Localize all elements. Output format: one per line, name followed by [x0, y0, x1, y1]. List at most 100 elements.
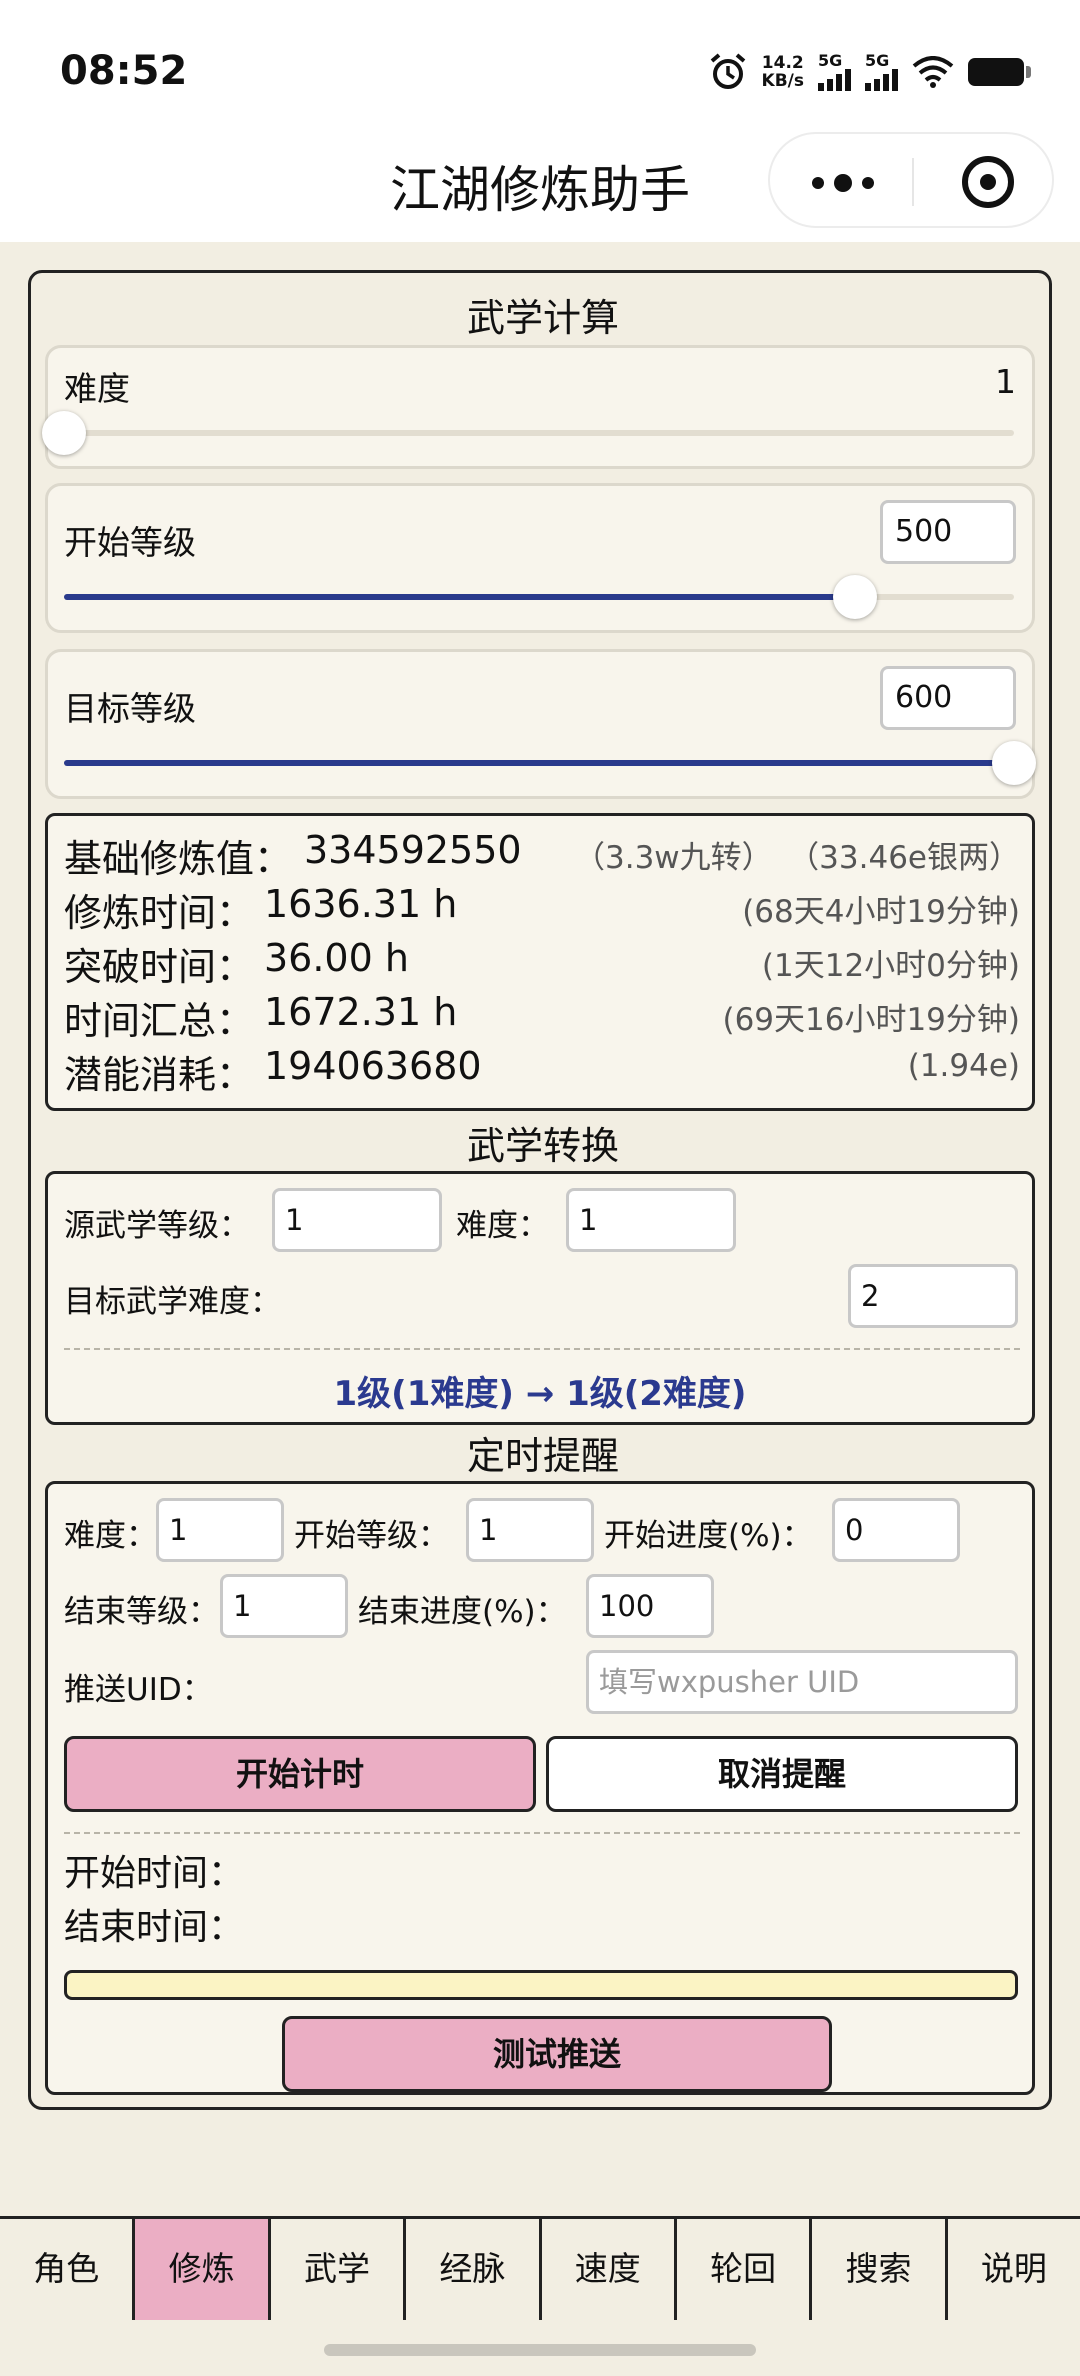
target-level-label: 目标等级 — [64, 689, 196, 728]
status-time: 08:52 — [60, 48, 188, 94]
uid-input[interactable]: 填写wxpusher UID — [586, 1650, 1018, 1714]
nav-bar: 江湖修炼助手 — [0, 132, 1080, 242]
timer-start-level-input[interactable]: 1 — [466, 1498, 594, 1562]
result-total-time: 时间汇总： 1672.31 h (69天16小时19分钟) — [64, 990, 1020, 1044]
target-icon[interactable] — [962, 156, 1014, 208]
status-icons: 14.2 KB/s 5G 5G — [708, 50, 1031, 94]
tab-item[interactable]: 说明 — [948, 2219, 1080, 2320]
result-note: (1天12小时0分钟) — [761, 948, 1020, 984]
section-title-convert: 武学转换 — [466, 1124, 619, 1168]
result-label: 时间汇总： — [64, 999, 255, 1043]
start-level-input[interactable]: 500 — [880, 500, 1016, 564]
result-break-time: 突破时间： 36.00 h (1天12小时0分钟) — [64, 936, 1020, 990]
network-speed-value: 14.2 — [761, 53, 804, 73]
capsule-divider — [912, 158, 914, 206]
convert-result: 1级(1难度) → 1级(2难度) — [333, 1374, 747, 1414]
timer-end-progress-label: 结束进度(%)： — [358, 1594, 567, 1630]
difficulty-value: 1 — [995, 362, 1016, 401]
section-title-timer: 定时提醒 — [466, 1434, 619, 1478]
calc-results: 基础修炼值： 334592550 （3.3w九转） （33.46e银两） 修炼时… — [45, 813, 1035, 1111]
result-label: 潜能消耗： — [64, 1053, 255, 1097]
divider — [64, 1348, 1020, 1350]
wifi-icon — [912, 56, 954, 88]
result-value: 1636.31 h — [264, 882, 458, 926]
tab-item[interactable]: 轮回 — [677, 2219, 813, 2320]
slider-thumb[interactable] — [992, 741, 1036, 785]
divider — [64, 1832, 1020, 1834]
result-value: 334592550 — [304, 828, 522, 872]
source-level-input[interactable]: 1 — [272, 1188, 442, 1252]
result-potential: 潜能消耗： 194063680 (1.94e) — [64, 1044, 1020, 1098]
section-title-calc: 武学计算 — [466, 296, 619, 340]
timer-difficulty-input[interactable]: 1 — [156, 1498, 284, 1562]
convert-box: 源武学等级： 1 难度： 1 目标武学难度： 2 1级(1难度) → 1级(2难… — [45, 1171, 1035, 1425]
uid-label: 推送UID： — [64, 1672, 213, 1708]
result-train-time: 修炼时间： 1636.31 h (68天4小时19分钟) — [64, 882, 1020, 936]
target-level-slider[interactable] — [64, 741, 1036, 785]
result-label: 突破时间： — [64, 945, 255, 989]
signal-label: 5G — [865, 51, 890, 70]
source-difficulty-input[interactable]: 1 — [566, 1188, 736, 1252]
alarm-icon — [710, 53, 745, 89]
difficulty-label: 难度 — [64, 369, 130, 408]
target-level-slider-card: 目标等级 600 — [45, 649, 1036, 799]
result-note: (69天16小时19分钟) — [722, 1002, 1020, 1038]
timer-start-progress-label: 开始进度(%)： — [604, 1518, 813, 1554]
status-bar: 08:52 14.2 KB/s 5G 5G — [0, 0, 1080, 132]
tab-item[interactable]: 经脉 — [406, 2219, 542, 2320]
start-time-label: 开始时间： — [64, 1853, 245, 1894]
source-difficulty-label: 难度： — [456, 1208, 549, 1244]
battery-icon — [968, 58, 1031, 86]
result-base: 基础修炼值： 334592550 （3.3w九转） （33.46e银两） — [64, 828, 1020, 882]
network-speed: 14.2 KB/s — [762, 54, 804, 90]
timer-end-progress-input[interactable]: 100 — [586, 1574, 714, 1638]
result-note: (1.94e) — [907, 1048, 1020, 1084]
difficulty-slider-card: 难度 1 — [42, 345, 1035, 469]
start-level-label: 开始等级 — [64, 523, 196, 562]
network-speed-unit: KB/s — [761, 71, 804, 91]
tab-item[interactable]: 修炼 — [135, 2219, 271, 2320]
result-note: (68天4小时19分钟) — [742, 894, 1020, 930]
timer-start-level-label: 开始等级： — [294, 1518, 449, 1554]
difficulty-slider[interactable] — [42, 411, 1014, 455]
end-time-label: 结束时间： — [64, 1907, 245, 1948]
test-push-button[interactable]: 测试推送 — [282, 2016, 832, 2092]
home-indicator — [324, 2344, 756, 2356]
start-level-slider-card: 开始等级 500 — [45, 483, 1035, 633]
slider-fill — [64, 760, 1014, 766]
target-difficulty-label: 目标武学难度： — [64, 1284, 281, 1320]
start-timer-button[interactable]: 开始计时 — [64, 1736, 536, 1812]
result-value: 1672.31 h — [264, 990, 458, 1034]
slider-fill — [64, 594, 856, 600]
more-icon[interactable] — [812, 174, 874, 192]
start-level-slider[interactable] — [64, 575, 1014, 619]
signal-icon: 5G — [818, 53, 851, 91]
tab-item[interactable]: 搜索 — [812, 2219, 948, 2320]
slider-thumb[interactable] — [833, 575, 878, 619]
signal-label: 5G — [818, 51, 843, 70]
main-card: 武学计算 难度 1 开始等级 500 目标等级 600 基础修炼值： 33459… — [28, 270, 1052, 2110]
timer-progress-bar — [64, 1970, 1018, 2000]
timer-box: 难度： 1 开始等级： 1 开始进度(%)： 0 结束等级： 1 结束进度(%)… — [45, 1481, 1035, 2095]
result-note: （33.46e银两） — [788, 840, 1020, 876]
source-level-label: 源武学等级： — [64, 1208, 250, 1244]
timer-end-level-input[interactable]: 1 — [220, 1574, 348, 1638]
cancel-reminder-button[interactable]: 取消提醒 — [546, 1736, 1018, 1812]
signal-icon: 5G — [865, 53, 898, 91]
tab-item[interactable]: 速度 — [542, 2219, 677, 2320]
tab-item[interactable]: 角色 — [0, 2219, 136, 2320]
timer-start-progress-input[interactable]: 0 — [832, 1498, 960, 1562]
result-note: （3.3w九转） — [574, 840, 773, 876]
result-label: 基础修炼值： — [64, 837, 293, 881]
result-label: 修炼时间： — [64, 891, 255, 935]
tab-item[interactable]: 武学 — [271, 2219, 407, 2320]
bottom-tab-bar: 角色 修炼 武学 经脉 速度 轮回 搜索 说明 — [0, 2216, 1080, 2320]
target-level-input[interactable]: 600 — [880, 666, 1016, 730]
mini-program-capsule — [768, 132, 1054, 228]
result-value: 36.00 h — [264, 936, 409, 980]
timer-end-level-label: 结束等级： — [64, 1594, 219, 1630]
result-value: 194063680 — [264, 1044, 482, 1088]
slider-thumb[interactable] — [42, 411, 86, 455]
timer-difficulty-label: 难度： — [64, 1518, 157, 1554]
target-difficulty-input[interactable]: 2 — [848, 1264, 1018, 1328]
